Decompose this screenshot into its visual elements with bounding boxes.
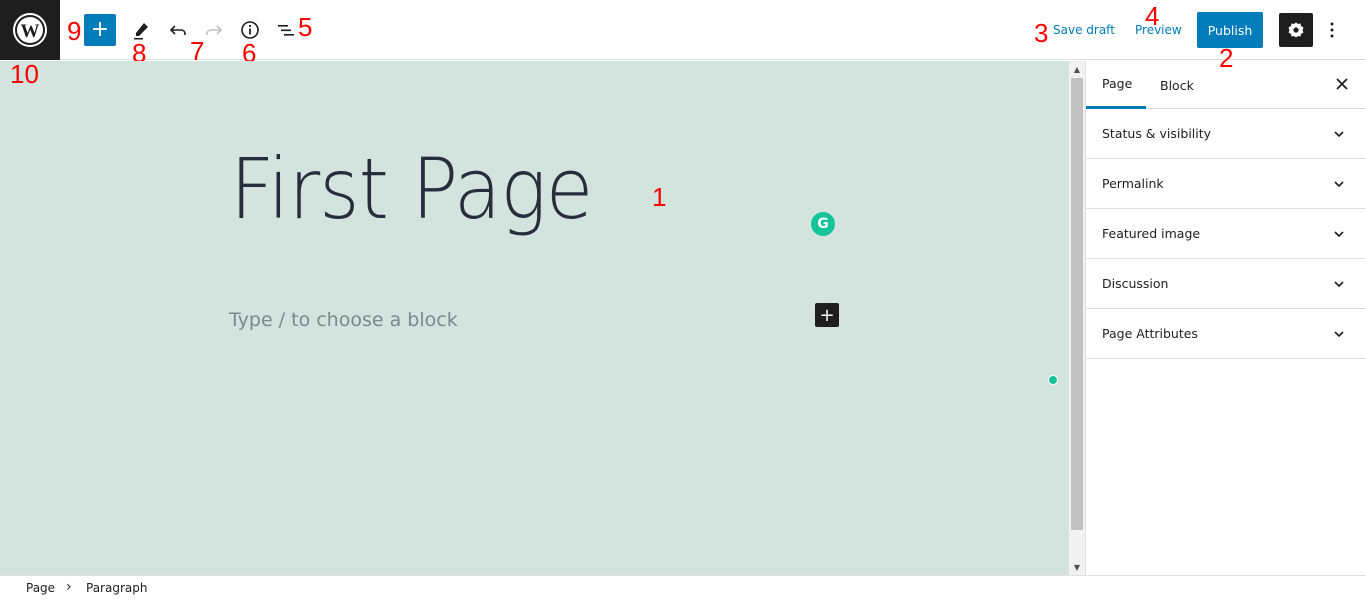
list-view-icon: [278, 25, 294, 36]
info-icon: [241, 21, 259, 39]
panel-featured-image[interactable]: Featured image: [1086, 209, 1366, 259]
more-options-button[interactable]: [1322, 15, 1342, 45]
panel-label: Page Attributes: [1102, 326, 1198, 341]
inline-add-block-button[interactable]: +: [815, 303, 839, 327]
scroll-down-arrow-icon[interactable]: ▼: [1069, 559, 1085, 575]
close-icon: [1336, 78, 1348, 90]
sidebar-tabs: Page Block: [1086, 61, 1366, 109]
block-placeholder[interactable]: Type / to choose a block: [229, 309, 458, 331]
panel-page-attributes[interactable]: Page Attributes: [1086, 309, 1366, 359]
wordpress-logo-icon: W: [13, 13, 47, 47]
panel-label: Discussion: [1102, 276, 1169, 291]
annotation-1: 1: [652, 182, 667, 212]
panel-status-visibility[interactable]: Status & visibility: [1086, 109, 1366, 159]
settings-button[interactable]: [1279, 13, 1313, 47]
close-sidebar-button[interactable]: [1336, 75, 1348, 94]
add-block-button[interactable]: +: [84, 14, 116, 46]
panel-discussion[interactable]: Discussion: [1086, 259, 1366, 309]
breadcrumb-paragraph[interactable]: Paragraph: [86, 581, 147, 595]
editor-header: W + Save draft Preview Publish 9 8 7 6 5…: [0, 0, 1366, 66]
scrollbar-thumb[interactable]: [1071, 78, 1083, 530]
annotation-5: 5: [298, 12, 313, 42]
grammarly-icon[interactable]: G: [811, 212, 835, 236]
save-draft-button[interactable]: Save draft: [1053, 23, 1115, 37]
wordpress-logo-button[interactable]: W: [0, 0, 60, 60]
tab-page[interactable]: Page: [1086, 61, 1146, 109]
editor-scrollbar[interactable]: ▲ ▼: [1069, 61, 1085, 575]
editor-canvas[interactable]: First Page 1 G Type / to choose a block …: [0, 61, 1069, 575]
annotation-3: 3: [1034, 18, 1049, 48]
panel-label: Permalink: [1102, 176, 1164, 191]
chevron-down-icon: [1334, 330, 1344, 337]
redo-icon: [206, 25, 223, 35]
chevron-down-icon: [1334, 130, 1344, 137]
chevron-down-icon: [1334, 180, 1344, 187]
panel-label: Status & visibility: [1102, 126, 1212, 141]
annotation-10: 10: [10, 59, 39, 89]
page-title[interactable]: First Page: [230, 147, 593, 231]
undo-icon: [169, 25, 186, 35]
chevron-down-icon: [1334, 230, 1344, 237]
block-breadcrumb: Page › Paragraph: [0, 575, 1366, 600]
panel-permalink[interactable]: Permalink: [1086, 159, 1366, 209]
more-vertical-icon: [1330, 22, 1334, 38]
grammarly-status-dot[interactable]: [1048, 375, 1058, 385]
settings-sidebar: 2 Page Block Status & visibility Permali…: [1085, 45, 1366, 575]
list-view-button[interactable]: [271, 15, 301, 45]
scroll-up-arrow-icon[interactable]: ▲: [1069, 61, 1085, 77]
panel-label: Featured image: [1102, 226, 1201, 241]
pencil-icon: [134, 23, 148, 40]
annotation-9: 9: [67, 16, 82, 46]
breadcrumb-page[interactable]: Page: [26, 581, 55, 595]
chevron-down-icon: [1334, 280, 1344, 287]
gear-icon: [1288, 22, 1304, 38]
svg-text:W: W: [21, 21, 40, 42]
chevron-right-icon: ›: [66, 579, 72, 595]
undo-button[interactable]: [163, 15, 193, 45]
annotation-4: 4: [1145, 1, 1160, 31]
tab-block[interactable]: Block: [1144, 61, 1210, 109]
